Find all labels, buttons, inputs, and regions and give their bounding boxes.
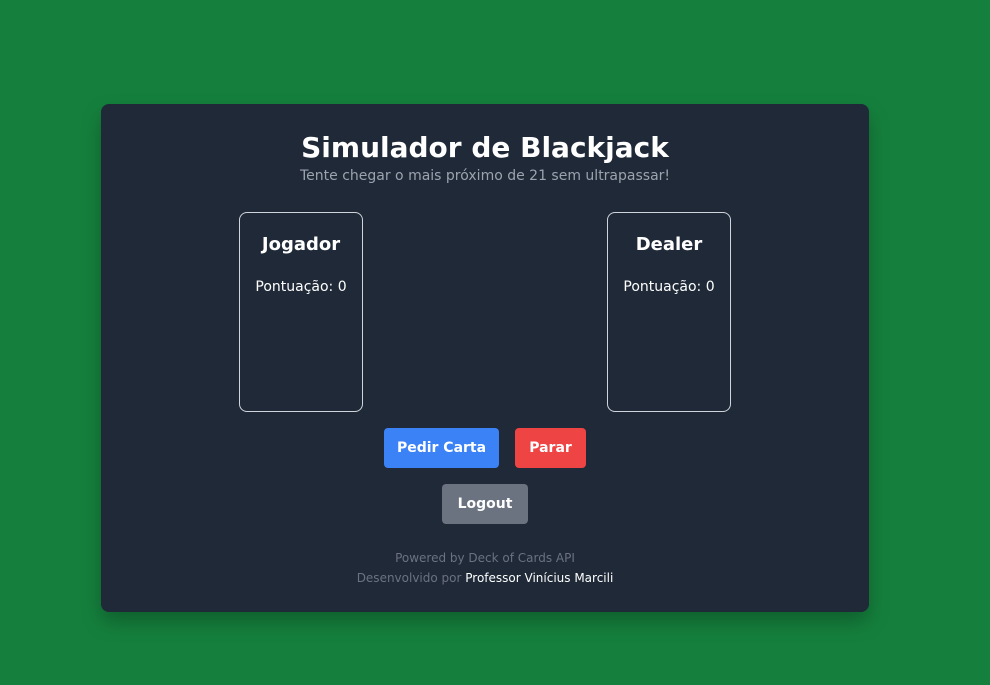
developer-credit: Desenvolvido por Professor Vinícius Marc…: [101, 568, 869, 588]
dealer-score: Pontuação: 0: [623, 279, 715, 295]
hit-button[interactable]: Pedir Carta: [384, 428, 499, 468]
dealer-hand: Dealer Pontuação: 0: [607, 212, 731, 412]
page-title: Simulador de Blackjack: [301, 131, 669, 164]
stand-button[interactable]: Parar: [515, 428, 586, 468]
logout-button[interactable]: Logout: [442, 484, 528, 524]
powered-by-text: Powered by Deck of Cards API: [395, 551, 575, 565]
developer-prefix: Desenvolvido por: [356, 571, 462, 585]
page-subtitle: Tente chegar o mais próximo de 21 sem ul…: [299, 168, 671, 184]
player-score: Pontuação: 0: [255, 279, 347, 295]
player-hand: Jogador Pontuação: 0: [239, 212, 363, 412]
author-link[interactable]: Professor Vinícius Marcili: [465, 571, 613, 585]
dealer-title: Dealer: [635, 234, 703, 255]
player-title: Jogador: [261, 234, 341, 255]
game-panel: Simulador de Blackjack Tente chegar o ma…: [101, 104, 869, 612]
